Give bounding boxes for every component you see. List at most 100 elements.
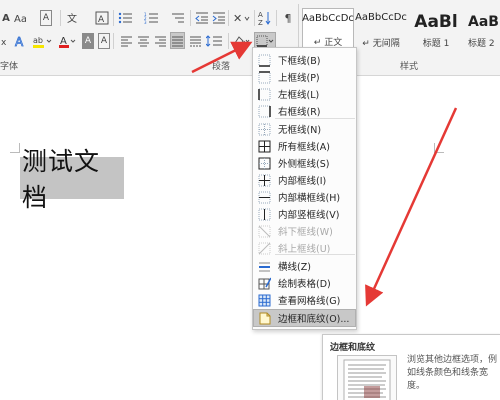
style-normal[interactable]: AaBbCcDc ↵ 正文 [302, 8, 354, 52]
tooltip-description: 浏览其他边框选项，例如线条颜色和线条宽度。 [407, 355, 498, 391]
no-border-icon [258, 123, 271, 135]
highlight-color-button[interactable]: ab [32, 33, 54, 49]
all-borders-icon [258, 140, 271, 152]
menu-item-diagonal-down-border[interactable]: 斜下框线(W) [254, 223, 355, 239]
view-gridlines-icon [258, 294, 271, 306]
distributed-icon[interactable] [189, 33, 202, 49]
decrease-indent-icon[interactable] [195, 10, 209, 26]
justify-icon[interactable] [170, 32, 185, 49]
menu-item-label: 上框线(P) [278, 73, 320, 84]
numbering-icon[interactable]: 123 [144, 10, 160, 26]
draw-table-icon [258, 277, 271, 289]
style-no-spacing[interactable]: AaBbCcDc ↵ 无间隔 [355, 8, 407, 52]
phonetic-guide-icon[interactable]: 文 [66, 10, 80, 26]
style-heading-1[interactable]: AaBl 标题 1 [410, 8, 462, 52]
menu-item-borders-shading[interactable]: 边框和底纹(O)... [253, 309, 356, 327]
char-shading-button[interactable]: A [82, 33, 94, 49]
font-button-partial[interactable]: A [0, 10, 12, 26]
menu-separator [275, 254, 355, 255]
menu-item-horizontal-line[interactable]: 横线(Z) [254, 258, 355, 274]
outside-borders-icon [258, 157, 271, 169]
subscript-partial-icon[interactable]: x [0, 33, 12, 49]
inside-horizontal-border-icon [258, 191, 271, 203]
increase-indent-icon[interactable] [212, 10, 226, 26]
shading-icon[interactable] [232, 33, 250, 49]
inside-vertical-border-icon [258, 208, 271, 220]
horizontal-line-icon [259, 262, 270, 271]
bottom-border-icon [258, 54, 271, 67]
menu-item-label: 查看网格线(G) [278, 296, 341, 307]
menu-item-no-border[interactable]: 无框线(N) [254, 121, 355, 137]
menu-item-top-border[interactable]: 上框线(P) [254, 69, 355, 85]
left-border-icon [258, 88, 271, 100]
menu-item-label: 边框和底纹(O)... [278, 314, 350, 325]
diagonal-down-border-icon [258, 225, 271, 237]
svg-text:Aa: Aa [14, 14, 26, 24]
svg-text:Z: Z [258, 19, 263, 26]
menu-item-label: 外侧框线(S) [278, 159, 330, 170]
menu-item-inside-borders[interactable]: 内部框线(I) [254, 172, 355, 188]
svg-text:文: 文 [67, 12, 77, 25]
svg-text:✕: ✕ [233, 12, 242, 25]
group-label-paragraph: 段落 [212, 62, 231, 72]
menu-item-bottom-border[interactable]: 下框线(B) [254, 52, 355, 68]
menu-item-label: 右框线(R) [278, 107, 321, 118]
align-center-icon[interactable] [137, 33, 150, 49]
align-right-icon[interactable] [154, 33, 167, 49]
char-border-button[interactable]: A [98, 33, 110, 49]
inside-borders-icon [258, 174, 271, 186]
enclose-char-icon[interactable]: A [95, 10, 109, 26]
menu-item-left-border[interactable]: 左框线(L) [254, 86, 355, 102]
tooltip-preview-thumbnail [337, 355, 397, 400]
align-left-icon[interactable] [120, 33, 133, 49]
menu-item-label: 横线(Z) [278, 262, 311, 273]
svg-text:A: A [15, 35, 24, 48]
show-marks-icon[interactable]: ¶ [282, 10, 294, 26]
group-label-styles: 样式 [400, 62, 419, 72]
tooltip-title: 边框和底纹 [330, 343, 376, 353]
line-spacing-icon[interactable] [206, 33, 224, 49]
style-heading-2[interactable]: AaBb 标题 2 [466, 8, 500, 52]
diagonal-up-border-icon [258, 242, 271, 254]
margin-corner-right [434, 143, 444, 153]
menu-item-label: 内部竖框线(V) [278, 210, 340, 221]
menu-item-label: 所有框线(A) [278, 142, 330, 153]
font-color-button[interactable]: A [58, 33, 78, 49]
svg-text:A: A [98, 15, 105, 25]
ribbon: A Aa A 文 A 123 ✕ AZ ¶ x A ab A A A 字体 段落… [0, 0, 500, 76]
change-case-icon[interactable]: Aa [14, 10, 26, 26]
borders-shading-icon [259, 312, 271, 324]
right-border-icon [258, 105, 271, 117]
bullets-icon[interactable] [118, 10, 134, 26]
top-border-icon [258, 70, 271, 83]
menu-item-view-gridlines[interactable]: 查看网格线(G) [254, 292, 355, 308]
svg-text:A: A [258, 11, 263, 19]
menu-item-inside-vertical-border[interactable]: 内部竖框线(V) [254, 206, 355, 222]
menu-item-right-border[interactable]: 右框线(R) [254, 103, 355, 119]
borders-shading-tooltip: 边框和底纹 浏览其他边框选项，例如线条颜色和线条宽度。 [322, 334, 500, 400]
selected-document-text[interactable]: 测试文档 [20, 147, 124, 212]
menu-item-label: 内部横框线(H) [278, 193, 341, 204]
menu-item-label: 无框线(N) [278, 125, 322, 136]
svg-text:ab: ab [33, 36, 43, 45]
group-label-font: 字体 [0, 62, 19, 72]
margin-corner-left [10, 143, 20, 153]
menu-item-inside-horizontal-border[interactable]: 内部横框线(H) [254, 189, 355, 205]
chinese-layout-icon[interactable]: ✕ [233, 10, 251, 26]
borders-dropdown-menu: 下框线(B) 上框线(P) 左框线(L) 右框线(R) 无框线(N) 所有框线(A) 外侧框… [252, 47, 357, 330]
svg-text:3: 3 [144, 20, 147, 25]
menu-item-label: 绘制表格(D) [278, 279, 331, 290]
menu-item-label: 斜上框线(U) [278, 244, 331, 255]
menu-item-all-borders[interactable]: 所有框线(A) [254, 138, 355, 154]
menu-item-draw-table[interactable]: 绘制表格(D) [254, 275, 355, 291]
text-effects-icon[interactable]: A [14, 33, 28, 49]
menu-separator [275, 118, 355, 119]
menu-item-label: 内部框线(I) [278, 176, 327, 187]
menu-item-outside-borders[interactable]: 外侧框线(S) [254, 155, 355, 171]
menu-item-label: 左框线(L) [278, 90, 320, 101]
multilevel-list-icon[interactable] [170, 10, 186, 26]
sort-icon[interactable]: AZ [258, 10, 272, 26]
svg-text:x: x [1, 38, 7, 47]
menu-item-label: 下框线(B) [278, 56, 321, 67]
clear-format-icon[interactable]: A [40, 10, 52, 26]
